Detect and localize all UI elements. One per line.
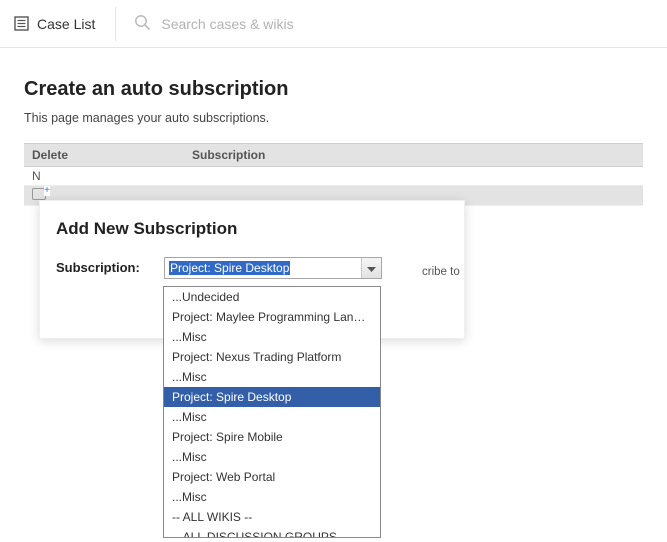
dropdown-option[interactable]: ...Misc — [164, 487, 380, 507]
dropdown-option[interactable]: ...Misc — [164, 447, 380, 467]
topbar: Case List Search cases & wikis — [0, 0, 667, 48]
search-icon — [134, 14, 151, 34]
search-placeholder: Search cases & wikis — [161, 16, 293, 32]
add-icon[interactable] — [32, 188, 46, 200]
case-list-label: Case List — [37, 16, 95, 32]
subscription-input[interactable]: Project: Spire Desktop — [164, 257, 382, 279]
topbar-divider — [115, 7, 116, 41]
col-subscription: Subscription — [184, 144, 643, 167]
case-list-link[interactable]: Case List — [14, 16, 115, 32]
dropdown-scroll[interactable]: ...UndecidedProject: Maylee Programming … — [164, 287, 380, 537]
subscription-input-value: Project: Spire Desktop — [169, 261, 290, 275]
dropdown-option[interactable]: -- ALL DISCUSSION GROUPS -- — [164, 527, 380, 537]
dropdown-option[interactable]: Project: Spire Desktop — [164, 387, 380, 407]
chevron-down-icon — [367, 261, 376, 276]
dropdown-option[interactable]: ...Misc — [164, 407, 380, 427]
dropdown-option[interactable]: ...Misc — [164, 367, 380, 387]
dropdown-option[interactable]: Project: Web Portal — [164, 467, 380, 487]
subscriptions-table: Delete Subscription N — [24, 143, 643, 206]
dropdown-option[interactable]: Project: Spire Mobile — [164, 427, 380, 447]
col-delete: Delete — [24, 144, 184, 167]
dropdown-option[interactable]: ...Misc — [164, 327, 380, 347]
page-title: Create an auto subscription — [24, 78, 643, 101]
dropdown-option[interactable]: ...Undecided — [164, 287, 380, 307]
help-text-fragment: cribe to — [422, 265, 460, 281]
main-content: Create an auto subscription This page ma… — [0, 48, 667, 206]
dropdown-option[interactable]: -- ALL WIKIS -- — [164, 507, 380, 527]
search-input[interactable]: Search cases & wikis — [120, 14, 653, 34]
dropdown-option[interactable]: Project: Maylee Programming Language — [164, 307, 380, 327]
combo-toggle-button[interactable] — [361, 258, 381, 278]
subscription-label: Subscription: — [56, 257, 156, 275]
subscription-combo[interactable]: Project: Spire Desktop — [164, 257, 382, 279]
subscription-dropdown: ...UndecidedProject: Maylee Programming … — [163, 286, 381, 538]
list-icon — [14, 16, 29, 31]
modal-title: Add New Subscription — [56, 219, 448, 239]
table-row: N — [24, 167, 643, 186]
page-description: This page manages your auto subscription… — [24, 111, 643, 125]
dropdown-option[interactable]: Project: Nexus Trading Platform — [164, 347, 380, 367]
